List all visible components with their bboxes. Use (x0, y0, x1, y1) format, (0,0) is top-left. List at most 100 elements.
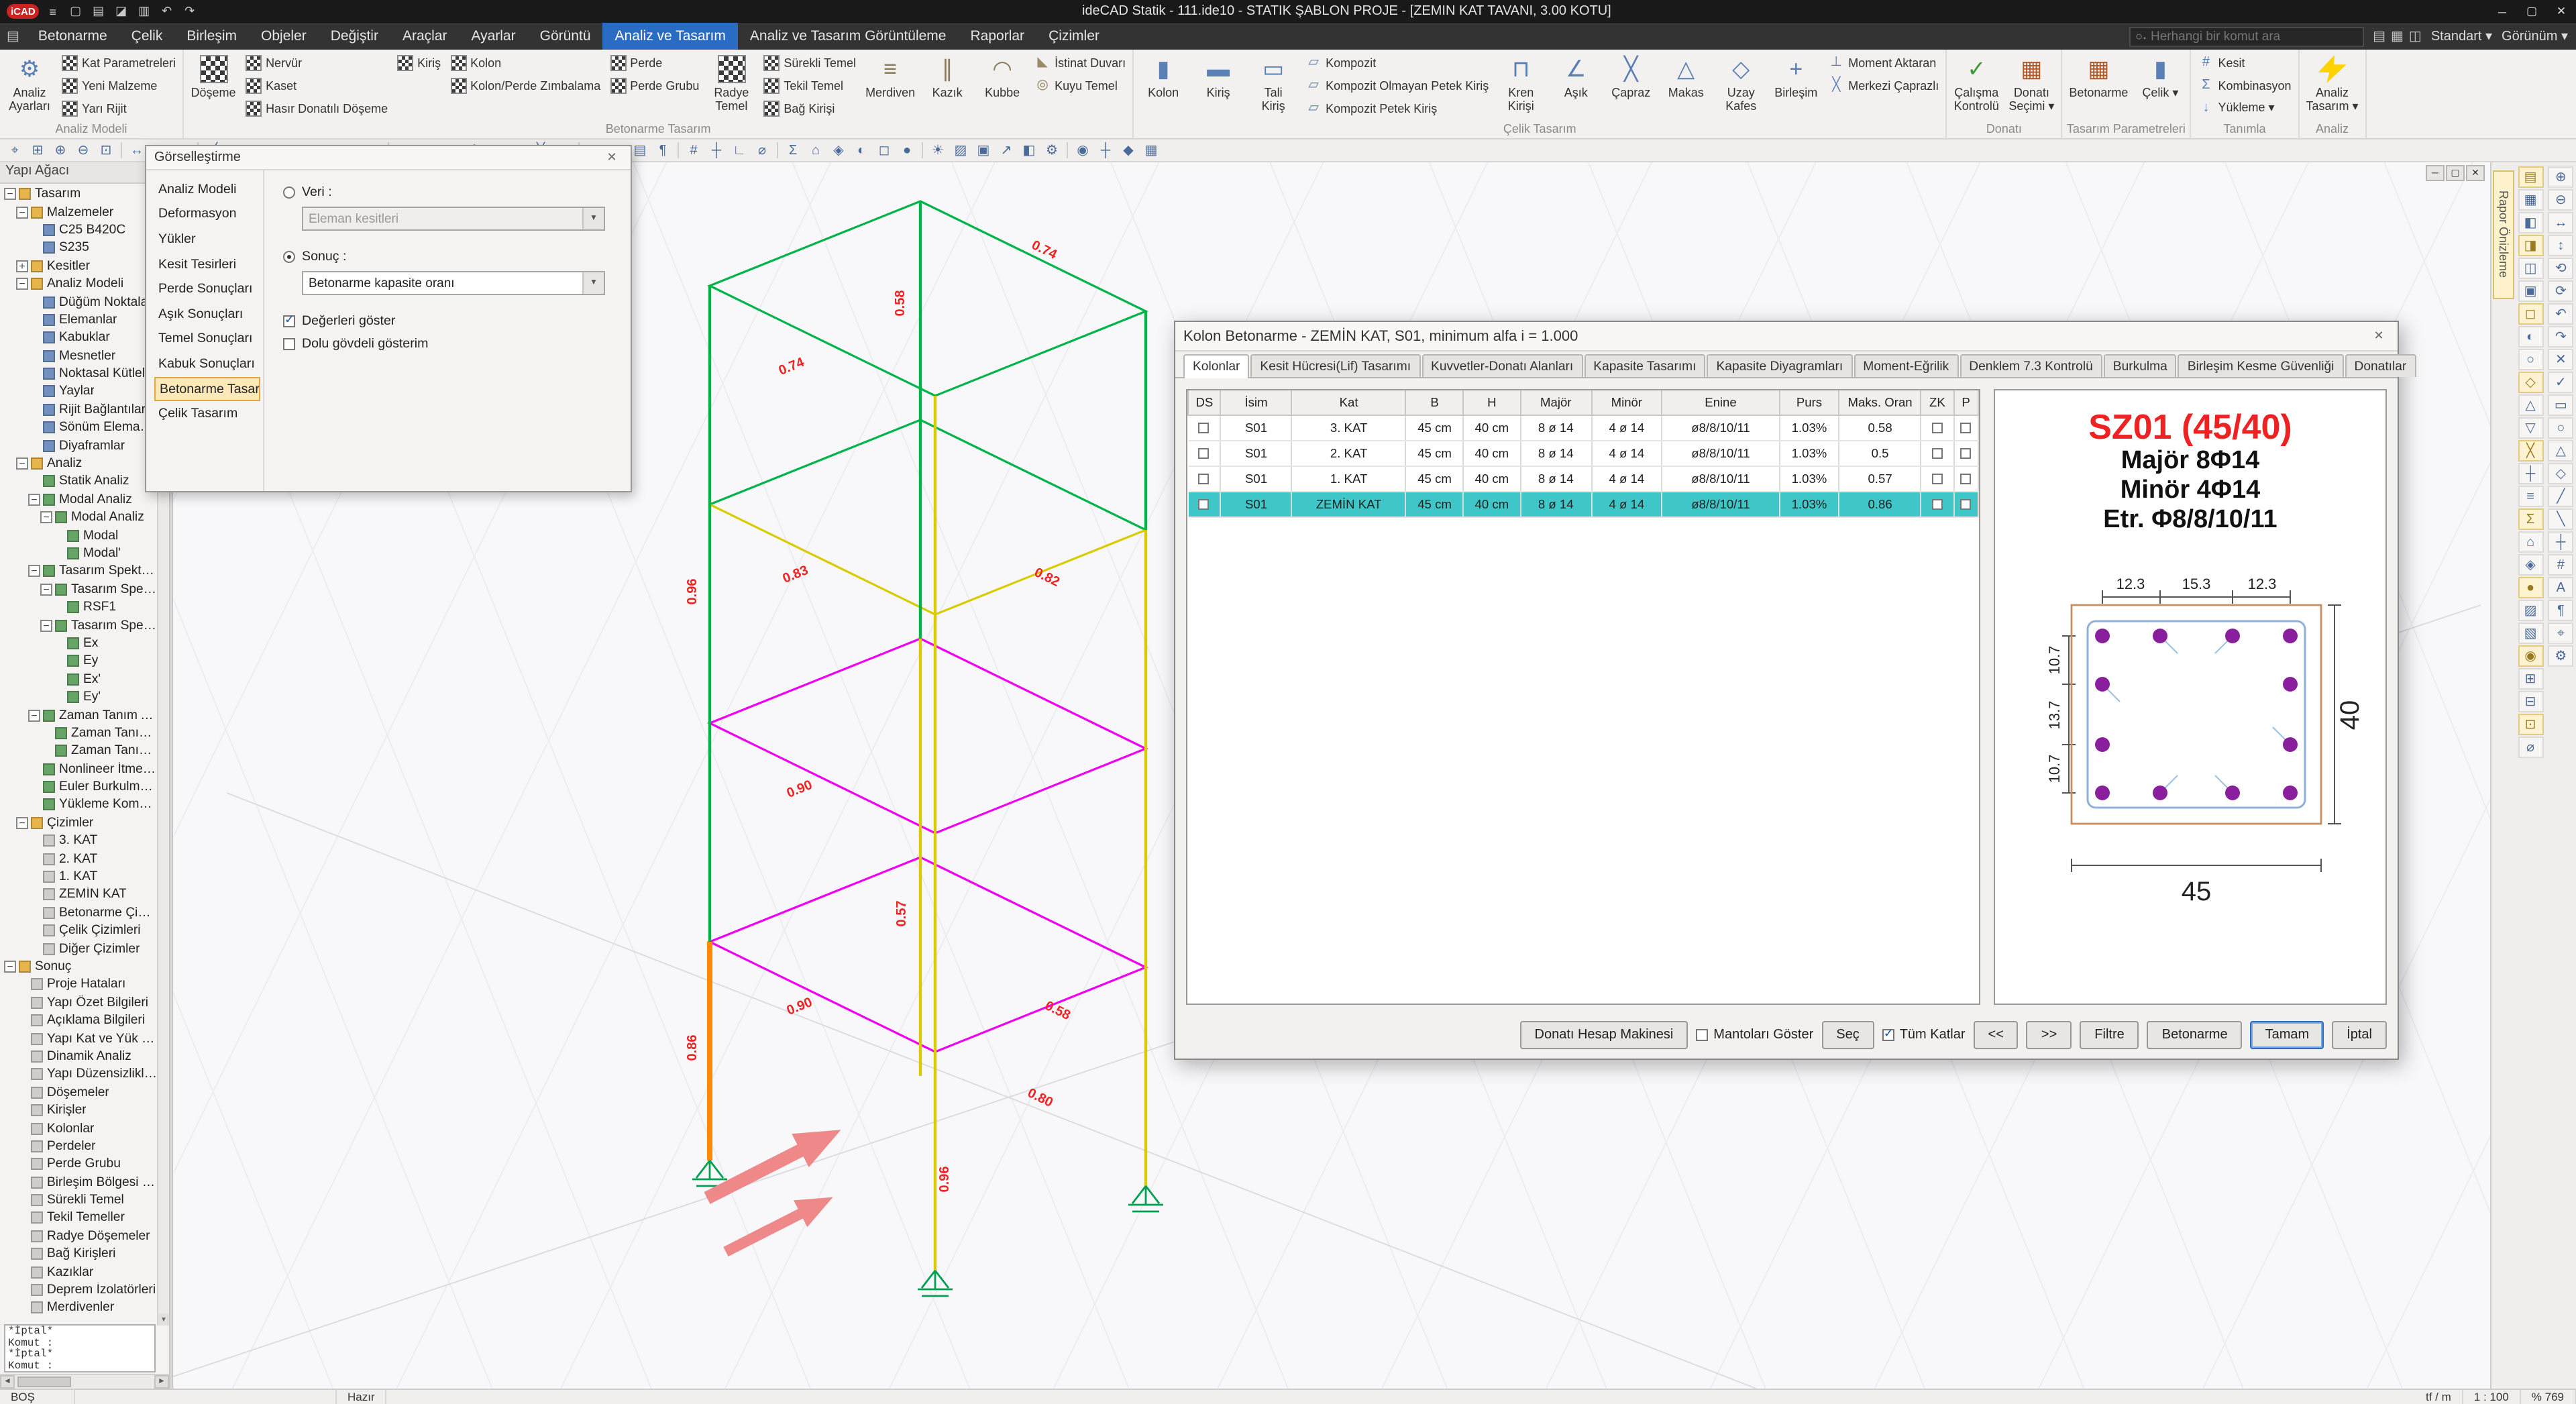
zoom-in-icon[interactable]: ⊕ (50, 140, 71, 160)
checkbox[interactable] (1199, 498, 1210, 509)
column-header[interactable]: Enine (1662, 390, 1780, 415)
lights-icon[interactable]: ☀ (927, 140, 949, 160)
tree-item[interactable]: Döşemeler (0, 1083, 157, 1101)
properties-icon[interactable]: ¶ (652, 140, 674, 160)
axis-icon[interactable]: ┼ (1095, 140, 1116, 160)
tree-item[interactable]: Tekil Temeller (0, 1209, 157, 1228)
tree-item[interactable]: Düğüm Noktaları (0, 293, 157, 311)
checkbox[interactable] (1199, 422, 1210, 433)
tree-item[interactable]: −Sonuç (0, 958, 157, 976)
vis-list-item[interactable]: Çelik Tasarım (154, 402, 260, 427)
right-tool-icon[interactable]: ◫ (2518, 258, 2543, 279)
menu-item[interactable]: Çelik (119, 23, 175, 50)
ribbon-button[interactable]: ◇Uzay Kafes (1714, 51, 1768, 121)
table-row[interactable]: S01ZEMİN KAT45 cm40 cm8 ø 144 ø 14ø8/8/1… (1188, 491, 1978, 517)
next-button[interactable]: >> (2027, 1020, 2072, 1048)
checkbox[interactable] (1932, 498, 1943, 509)
column-header[interactable]: İsim (1221, 390, 1292, 415)
tree-item[interactable]: Ex' (0, 670, 157, 688)
tree-item[interactable]: Yapı Özet Bilgileri (0, 993, 157, 1012)
right-tool-icon[interactable]: ◐ (2518, 326, 2543, 347)
table-row[interactable]: S011. KAT45 cm40 cm8 ø 144 ø 14ø8/8/10/1… (1188, 466, 1978, 491)
report-preview-tab[interactable]: Rapor Önizleme (2493, 170, 2514, 299)
solid-body-checkbox[interactable] (283, 338, 295, 350)
vis-list-item[interactable]: Yükler (154, 227, 260, 252)
tree-item[interactable]: Nonlineer İtme Analizi (0, 760, 157, 778)
ribbon-button[interactable]: Yarı Rijit (58, 97, 180, 119)
tree-item[interactable]: Zaman Tanım Alanı (0, 742, 157, 760)
right-tool-icon[interactable]: ▤ (2518, 166, 2543, 188)
ribbon-button[interactable]: ╳Merkezi Çaprazlı (1824, 74, 1943, 97)
view-3d-icon[interactable]: ◈ (828, 140, 849, 160)
area-icon[interactable]: Σ (782, 140, 804, 160)
right-tool-icon[interactable]: ⊖ (2548, 189, 2573, 211)
collapse-icon[interactable]: − (16, 206, 28, 218)
camera-icon[interactable]: ▣ (973, 140, 994, 160)
vis-list-item[interactable]: Kabuk Sonuçları (154, 352, 260, 376)
scroll-right-icon[interactable]: ► (154, 1375, 169, 1389)
tree-item[interactable]: Kabuklar (0, 329, 157, 347)
close-button[interactable]: ✕ (2546, 0, 2576, 23)
ribbon-button[interactable]: Kolon (446, 51, 604, 74)
file-menu-icon[interactable]: ▤ (0, 29, 26, 44)
right-tool-icon[interactable]: ⊞ (2518, 668, 2543, 690)
right-tool-icon[interactable]: ▭ (2548, 394, 2573, 416)
command-search[interactable]: ○˖ (2129, 26, 2363, 46)
tree-item[interactable]: Kolonlar (0, 1120, 157, 1138)
right-tool-icon[interactable]: ▽ (2518, 417, 2543, 439)
vis-list-item[interactable]: Perde Sonuçları (154, 277, 260, 302)
right-tool-icon[interactable]: ¶ (2548, 600, 2573, 621)
all-floors-checkbox[interactable] (1882, 1028, 1894, 1040)
right-tool-icon[interactable]: ⊕ (2548, 166, 2573, 188)
tree-hscrollbar[interactable]: ◄ ► (0, 1374, 169, 1389)
menu-item[interactable]: Çizimler (1036, 23, 1112, 50)
right-tool-icon[interactable]: ● (2518, 577, 2543, 598)
tree-item[interactable]: Dinamik Analiz (0, 1048, 157, 1066)
right-tool-icon[interactable]: ◻ (2518, 303, 2543, 325)
tree-item[interactable]: −Analiz (0, 455, 157, 473)
collapse-icon[interactable]: − (40, 511, 52, 523)
render-icon[interactable]: ● (896, 140, 918, 160)
ribbon-button[interactable]: ◠Kubbe (975, 51, 1029, 121)
veri-radio-row[interactable]: Veri : (283, 182, 617, 201)
select-button[interactable]: Seç (1821, 1020, 1874, 1048)
ribbon-button[interactable]: △Makas (1659, 51, 1713, 121)
collapse-icon[interactable]: − (16, 278, 28, 290)
tab-burkulma[interactable]: Burkulma (2104, 354, 2177, 377)
tab-kapasite-diyagramlar-[interactable]: Kapasite Diyagramları (1707, 354, 1853, 377)
ribbon-button[interactable]: ▬Kiriş (1191, 51, 1245, 121)
close-icon[interactable]: ✕ (601, 150, 623, 165)
layers-icon[interactable]: ▤ (629, 140, 651, 160)
node-icon[interactable]: ◉ (1072, 140, 1093, 160)
right-tool-icon[interactable]: ◧ (2518, 212, 2543, 233)
ribbon-button[interactable]: Kiriş (393, 51, 445, 74)
display-icon[interactable]: ▦ (2391, 29, 2404, 44)
right-tool-icon[interactable]: ⌂ (2518, 531, 2543, 553)
ribbon-button[interactable]: Kat Parametreleri (58, 51, 180, 74)
show-values-row[interactable]: Değerleri göster (283, 311, 617, 331)
menu-item[interactable]: Objeler (249, 23, 319, 50)
walk-icon[interactable]: ↗ (996, 140, 1017, 160)
ribbon-button[interactable]: ⊥Moment Aktaran (1824, 51, 1943, 74)
right-tool-icon[interactable]: ⌀ (2518, 737, 2543, 758)
checkbox[interactable] (1961, 422, 1972, 433)
tree-item[interactable]: Birleşim Bölgesi Güvenliği (0, 1173, 157, 1191)
ribbon-button[interactable]: ≡Merdiven (861, 51, 919, 121)
ribbon-button[interactable]: Hasır Donatılı Döşeme (241, 97, 392, 119)
column-header[interactable]: ZK (1921, 390, 1954, 415)
menu-item[interactable]: Ayarlar (459, 23, 527, 50)
ribbon-button[interactable]: ∠Aşık (1549, 51, 1603, 121)
ribbon-button[interactable]: Sürekli Temel (759, 51, 860, 74)
veri-combo[interactable]: Eleman kesitleri ▼ (302, 207, 605, 231)
gorunum-dropdown[interactable]: Görünüm ▾ (2502, 29, 2568, 44)
collapse-icon[interactable]: − (4, 188, 16, 200)
veri-radio[interactable] (283, 186, 295, 198)
ribbon-button[interactable]: ▮Kolon (1136, 51, 1190, 121)
vis-list-item[interactable]: Temel Sonuçları (154, 327, 260, 352)
zoom-window-icon[interactable]: ⊞ (27, 140, 48, 160)
menu-item[interactable]: Görüntü (528, 23, 603, 50)
tree-item[interactable]: Perde Grubu (0, 1155, 157, 1173)
collapse-icon[interactable]: − (28, 709, 40, 721)
section-plane-icon[interactable]: ◧ (1018, 140, 1040, 160)
column-header[interactable]: DS (1188, 390, 1221, 415)
